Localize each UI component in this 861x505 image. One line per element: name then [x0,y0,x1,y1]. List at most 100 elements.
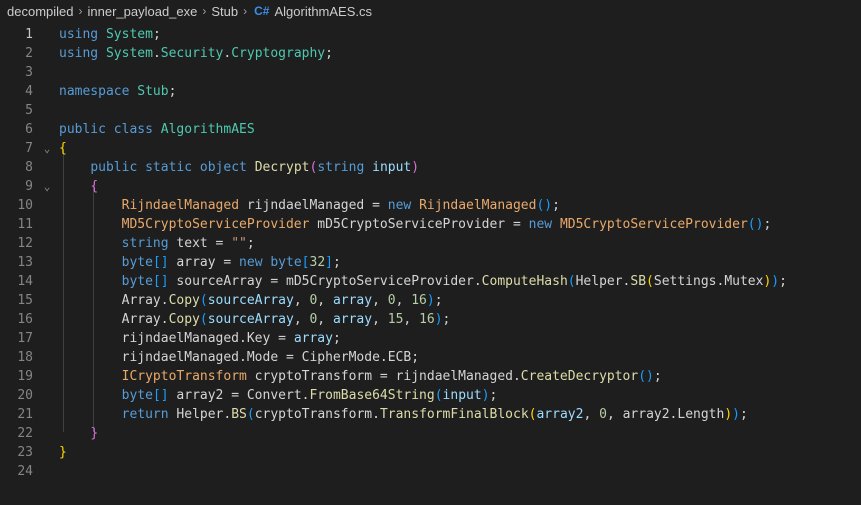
line-number: 18 [17,350,33,365]
code-token: ; [168,84,177,99]
code-line[interactable]: 8 public static object Decrypt(string in… [0,158,861,177]
code-token: byte [270,255,302,270]
code-token: [] [152,388,169,403]
code-text: byte[] sourceArray = mD5CryptoServicePro… [59,272,787,291]
code-line[interactable]: 19 ICryptoTransform cryptoTransform = ri… [0,367,861,386]
line-number: 22 [17,426,33,441]
line-number: 16 [17,312,33,327]
code-token: 0 [599,407,607,422]
breadcrumb-item-inner-payload-exe[interactable]: inner_payload_exe [88,4,198,19]
code-token: ; [552,198,560,213]
code-token: ; [325,46,333,61]
code-token: return [121,407,169,422]
code-line[interactable]: 4 namespace Stub; [0,82,861,101]
line-number: 1 [25,27,33,42]
line-number: 6 [25,122,33,137]
code-line[interactable]: 13 byte[] array = new byte[32]; [0,253,861,272]
code-token: ) [434,312,443,327]
code-token: ] [325,255,333,270]
code-line[interactable]: 2 using System.Security.Cryptography; [0,44,861,63]
code-token: BS [231,407,247,422]
breadcrumb-file-name[interactable]: AlgorithmAES.cs [274,4,372,19]
code-token: () [536,198,553,213]
code-token: { [90,179,99,194]
code-text: using System.Security.Cryptography; [59,44,333,63]
code-token: ) [481,388,490,403]
code-token: [ [301,255,310,270]
code-line[interactable]: 16 Array.Copy(sourceArray, 0, array, 15,… [0,310,861,329]
code-token: sourceArray = mD5CryptoServiceProvider. [168,274,482,289]
code-line[interactable]: 10 RijndaelManaged rijndaelManaged = new… [0,196,861,215]
code-line[interactable]: 15 Array.Copy(sourceArray, 0, array, 0, … [0,291,861,310]
code-token: 15 [387,312,404,327]
code-line[interactable]: 22 } [0,424,861,443]
code-text: Array.Copy(sourceArray, 0, array, 15, 16… [59,310,451,329]
code-line[interactable]: 23} [0,443,861,462]
code-token: ComputeHash [481,274,568,289]
code-token: new [239,255,263,270]
line-number: 13 [17,255,33,270]
code-token: , [293,312,310,327]
code-token: Copy [168,312,200,327]
code-token: ( [246,407,255,422]
code-token: ) [732,407,740,422]
code-token: ( [646,274,654,289]
code-token: [] [152,274,169,289]
fold-chevron-icon[interactable]: ⌄ [41,177,53,196]
code-token: , [293,293,310,308]
code-line[interactable]: 5 [0,101,861,120]
breadcrumb-item-decompiled[interactable]: decompiled [7,4,74,19]
code-line[interactable]: 21 return Helper.BS(cryptoTransform.Tran… [0,405,861,424]
code-token: System [105,27,153,42]
code-token: { [59,141,67,156]
code-line[interactable]: 3 [0,63,861,82]
line-number: 9 [25,179,33,194]
code-token: 16 [411,293,427,308]
code-token: AlgorithmAES [160,122,255,137]
code-line[interactable]: 1 using System; [0,25,861,44]
code-line[interactable]: 17 rijndaelManaged.Key = array; [0,329,861,348]
code-line[interactable]: 9 ⌄ { [0,177,861,196]
code-line[interactable]: 20 byte[] array2 = Convert.FromBase64Str… [0,386,861,405]
code-text: MD5CryptoServiceProvider mD5CryptoServic… [59,215,772,234]
fold-chevron-icon[interactable]: ⌄ [41,139,53,158]
breadcrumb: decompiled › inner_payload_exe › Stub › … [0,0,861,22]
code-line[interactable]: 7 ⌄ { [0,139,861,158]
breadcrumb-item-stub[interactable]: Stub [211,4,238,19]
code-token: new [528,217,553,232]
line-number: 4 [25,84,33,99]
code-line[interactable]: 24 [0,462,861,481]
code-text: public static object Decrypt(string inpu… [59,158,419,177]
code-token: ; [442,312,451,327]
code-token: ) [771,274,780,289]
code-token: () [638,369,654,384]
code-text: } [59,443,67,462]
code-token: () [747,217,764,232]
code-token: input [442,388,482,403]
code-line[interactable]: 14 byte[] sourceArray = mD5CryptoService… [0,272,861,291]
code-editor[interactable]: 1 using System; 2 using System.Security.Cry… [0,25,861,505]
code-line[interactable]: 6 public class AlgorithmAES [0,120,861,139]
code-line[interactable]: 18 rijndaelManaged.Mode = CipherMode.ECB… [0,348,861,367]
code-text: Array.Copy(sourceArray, 0, array, 0, 16)… [59,291,443,310]
code-token: , [403,312,420,327]
code-token: 32 [309,255,326,270]
csharp-file-icon: C# [254,4,270,18]
line-number: 15 [17,293,33,308]
code-line[interactable]: 11 MD5CryptoServiceProvider mD5CryptoSer… [0,215,861,234]
code-line[interactable]: 12 string text = ""; [0,234,861,253]
code-token: ( [199,293,208,308]
code-token: array [332,312,373,327]
line-number: 21 [17,407,33,422]
line-number: 14 [17,274,33,289]
code-token: text = [168,236,232,251]
code-token: using [59,27,99,42]
code-token: , [583,407,600,422]
code-token: } [90,426,99,441]
